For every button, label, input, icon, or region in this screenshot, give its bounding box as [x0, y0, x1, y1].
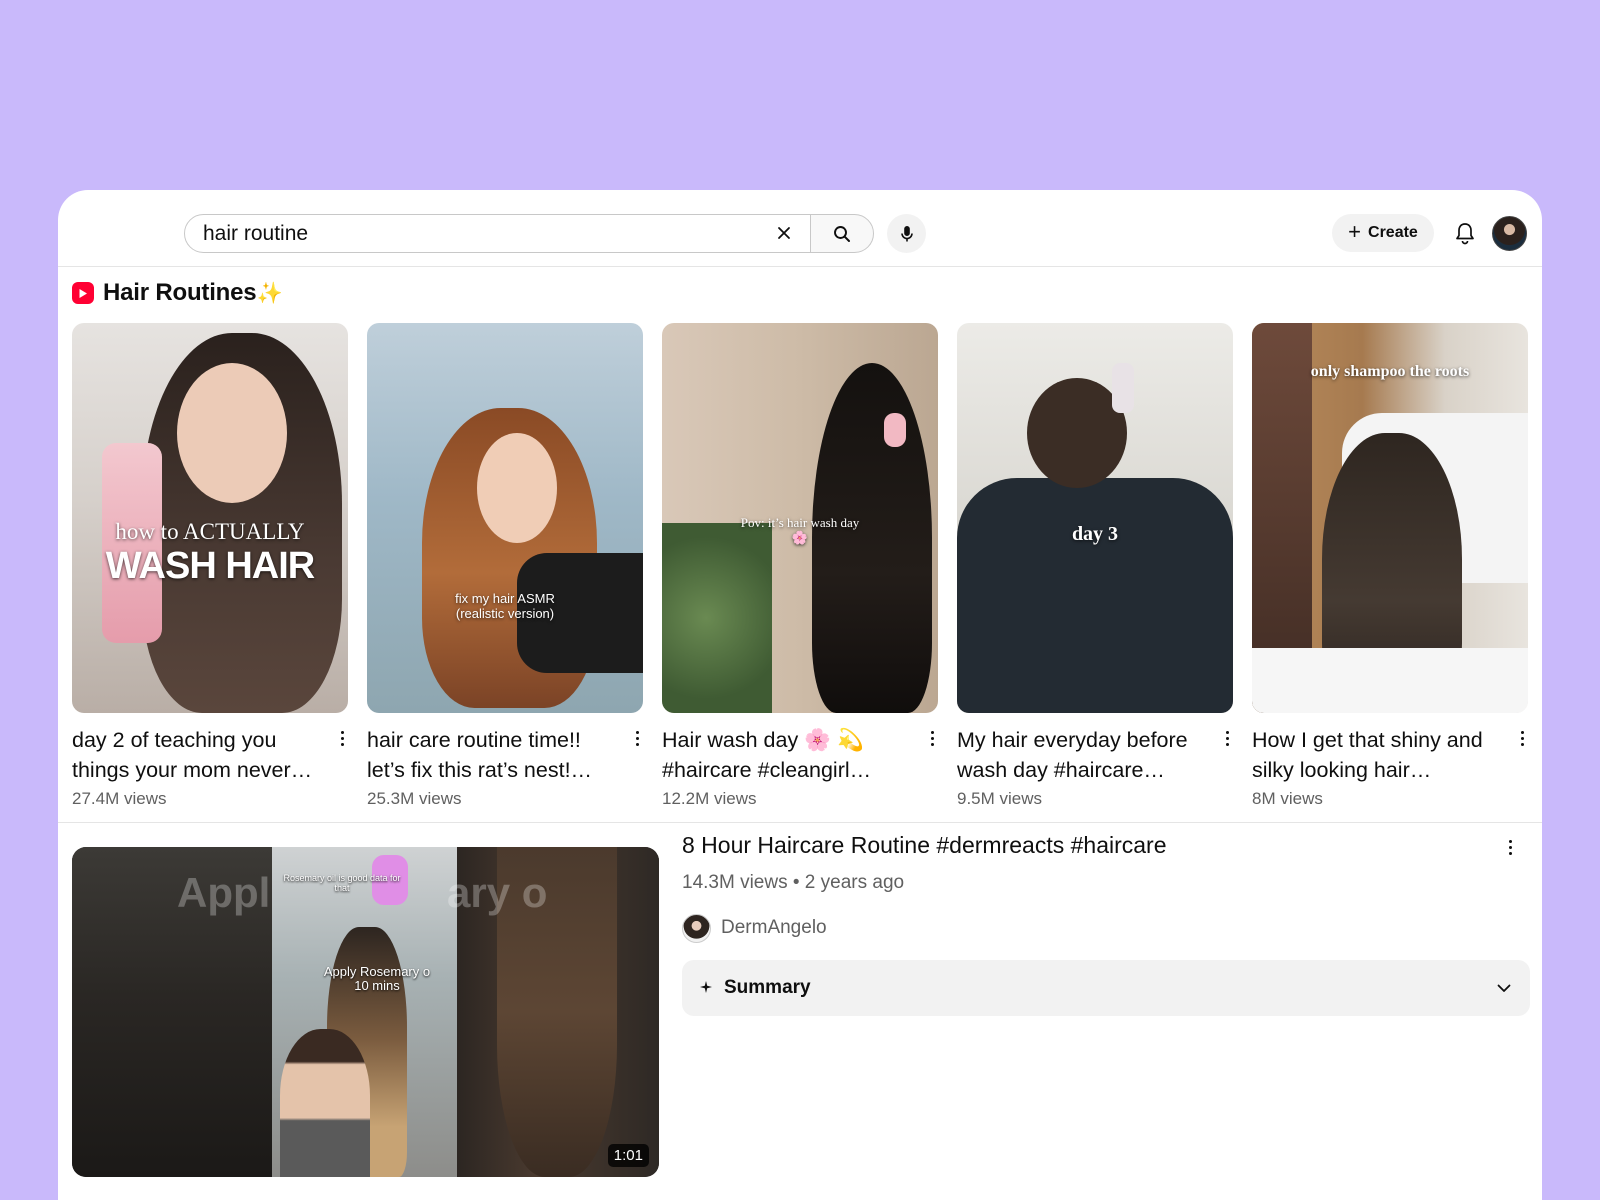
thumbnail-overlay-text: only shampoo the roots	[1310, 363, 1470, 380]
more-options-button[interactable]	[1221, 727, 1233, 749]
more-options-button[interactable]	[336, 727, 348, 749]
photo-plant	[662, 523, 772, 713]
duration-badge: 1:01	[607, 1144, 649, 1167]
search-button[interactable]	[810, 214, 874, 253]
thumbnail-overlay-text: how to ACTUALLY	[115, 519, 305, 544]
photo-reactor	[280, 1029, 370, 1177]
short-views: 12.2M views	[662, 789, 757, 808]
shelf-title: Hair Routines✨	[103, 279, 283, 306]
photo-claw-clip	[884, 413, 906, 447]
shorts-row: how to ACTUALLY WASH HAIR day 2 of teach…	[72, 323, 1530, 808]
shorts-icon	[72, 282, 94, 304]
ghost-text-left: Appl	[177, 869, 271, 916]
bell-icon	[1456, 223, 1474, 245]
thumbnail-overlay-text: Pov: it’s hair wash day 🌸	[740, 515, 860, 545]
channel-avatar	[682, 913, 711, 943]
thumbnail-overlay-text: fix my hair ASMR (realistic version)	[455, 591, 555, 621]
top-bar: + Create	[58, 190, 1542, 267]
thumbnail-overlay-headline: WASH HAIR	[105, 545, 315, 587]
summary-label: Summary	[724, 977, 811, 998]
mic-icon	[900, 225, 913, 241]
photo-sink	[1252, 648, 1528, 713]
short-views: 25.3M views	[367, 789, 462, 808]
search-box	[184, 214, 812, 253]
create-button[interactable]: + Create	[1332, 214, 1434, 252]
short-title[interactable]: My hair everyday before wash day #hairca…	[957, 725, 1207, 785]
short-title[interactable]: day 2 of teaching you things your mom ne…	[72, 725, 322, 785]
video-meta: 14.3M views • 2 years ago	[682, 872, 905, 893]
photo-face	[177, 363, 287, 503]
short-title[interactable]: Hair wash day 🌸 💫 #haircare #cleangirl…	[662, 725, 912, 785]
voice-search-button[interactable]	[887, 214, 926, 253]
more-options-button[interactable]	[631, 727, 643, 749]
short-thumbnail[interactable]: Pov: it’s hair wash day 🌸	[662, 323, 938, 713]
ghost-text-right: ary o	[447, 869, 548, 916]
more-options-button[interactable]	[926, 727, 938, 749]
short-views: 27.4M views	[72, 789, 167, 808]
thumbnail-overlay-text: day 3	[1071, 523, 1119, 545]
plus-icon: +	[1348, 219, 1362, 244]
short-title[interactable]: How I get that shiny and silky looking h…	[1252, 725, 1502, 785]
short-thumbnail[interactable]: only shampoo the roots	[1252, 323, 1528, 713]
short-card: Pov: it’s hair wash day 🌸 Hair wash day 🌸…	[662, 323, 938, 808]
photo-shirt	[957, 478, 1233, 713]
short-card: fix my hair ASMR (realistic version) hair…	[367, 323, 643, 808]
video-title[interactable]: 8 Hour Haircare Routine #dermreacts #hai…	[682, 832, 1167, 859]
search-input[interactable]	[185, 215, 745, 252]
sparkle-icon	[700, 980, 714, 997]
clear-search-button[interactable]	[773, 222, 795, 244]
shelf-header: Hair Routines✨	[72, 278, 283, 308]
short-thumbnail[interactable]: day 3	[957, 323, 1233, 713]
short-views: 8M views	[1252, 789, 1323, 808]
thumbnail-panel-middle: Rosemary oil is good data for that Apply…	[272, 847, 457, 1177]
photo-face	[477, 433, 557, 543]
create-label: Create	[1368, 224, 1418, 241]
channel-link[interactable]: DermAngelo	[682, 913, 827, 943]
thumbnail-caption: Apply Rosemary o 10 mins	[323, 964, 431, 993]
section-divider	[58, 822, 1542, 823]
channel-name: DermAngelo	[721, 917, 827, 938]
short-card: how to ACTUALLY WASH HAIR day 2 of teach…	[72, 323, 348, 808]
short-thumbnail[interactable]: how to ACTUALLY WASH HAIR	[72, 323, 348, 713]
sparkle-emoji: ✨	[256, 282, 283, 305]
video-more-options-button[interactable]	[1504, 836, 1516, 858]
short-card: day 3 My hair everyday before wash day #…	[957, 323, 1233, 808]
close-icon	[778, 227, 790, 239]
short-views: 9.5M views	[957, 789, 1043, 808]
short-title[interactable]: hair care routine time!! let’s fix this …	[367, 725, 617, 785]
account-avatar[interactable]	[1492, 216, 1527, 251]
video-thumbnail[interactable]: Rosemary oil is good data for that Apply…	[72, 847, 659, 1177]
more-options-button[interactable]	[1516, 727, 1528, 749]
photo-comb	[1112, 363, 1134, 413]
summary-expander[interactable]: Summary	[682, 960, 1530, 1016]
short-thumbnail[interactable]: fix my hair ASMR (realistic version)	[367, 323, 643, 713]
notifications-button[interactable]	[1451, 218, 1479, 248]
short-card: only shampoo the roots How I get that sh…	[1252, 323, 1528, 808]
thumbnail-top-caption: Rosemary oil is good data for that	[283, 873, 401, 893]
app-window: + Create Hair Routines✨ how to ACTUALLY …	[58, 190, 1542, 1200]
search-icon	[834, 225, 850, 242]
chevron-down-icon	[1494, 978, 1514, 998]
